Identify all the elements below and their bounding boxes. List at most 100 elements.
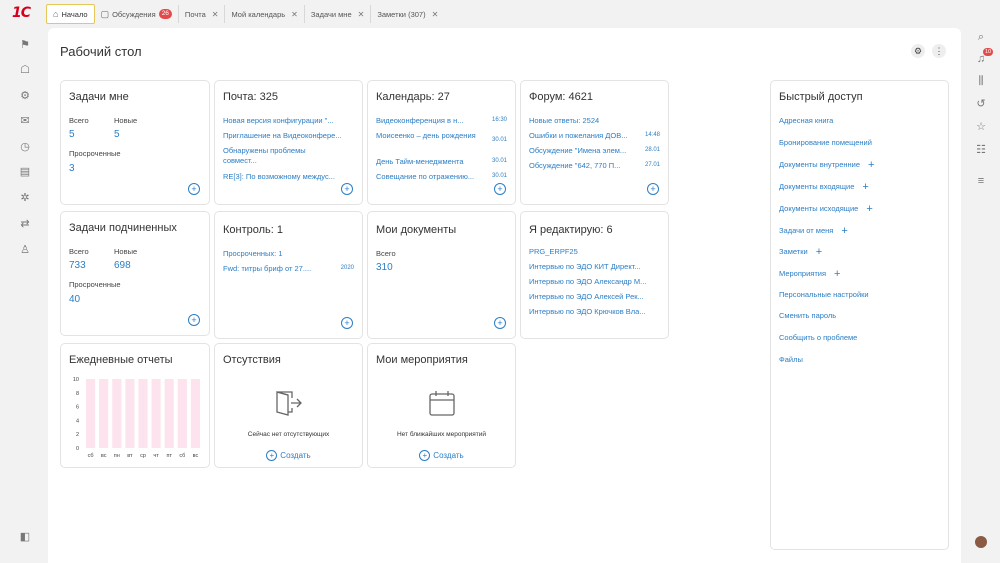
filter-icon[interactable]: ≡ — [974, 174, 988, 188]
quick-access-item[interactable]: Заметки + — [779, 246, 822, 258]
card-title[interactable]: Отсутствия — [223, 354, 281, 366]
add-icon[interactable]: + — [868, 159, 874, 171]
card-title[interactable]: Мои мероприятия — [376, 354, 468, 366]
add-icon[interactable]: + — [341, 317, 353, 329]
tab-calendar[interactable]: Мой календарь ✕ — [225, 5, 305, 23]
clock-icon[interactable]: ◷ — [18, 140, 32, 154]
create-absence-button[interactable]: + Создать — [215, 450, 362, 461]
sync-icon[interactable]: ⇄ — [18, 217, 32, 231]
quick-access-item[interactable]: Адресная книга — [779, 116, 833, 125]
close-icon[interactable]: ✕ — [291, 10, 298, 19]
quick-access-item[interactable]: Сменить пароль — [779, 311, 836, 320]
equalizer-icon[interactable]: ⫼ — [974, 74, 988, 88]
add-icon[interactable]: + — [494, 317, 506, 329]
card-title[interactable]: Ежедневные отчеты — [69, 354, 173, 366]
forum-item[interactable]: Ошибки и пожелания ДОВ... — [529, 131, 637, 140]
tab-mail[interactable]: Почта ✕ — [179, 5, 226, 23]
total-count[interactable]: 5 — [69, 129, 75, 140]
card-title[interactable]: Задачи мне — [69, 91, 129, 103]
close-icon[interactable]: ✕ — [432, 10, 439, 19]
chart-bar[interactable] — [164, 379, 174, 448]
chart-bar[interactable] — [151, 379, 161, 448]
quick-access-item[interactable]: Персональные настройки — [779, 290, 869, 299]
calendar-item[interactable]: Видеоконференция в н... — [376, 116, 476, 125]
calendar-item[interactable]: День Тайм-менеджмента — [376, 157, 476, 166]
editing-item[interactable]: PRG_ERPF25 — [529, 247, 659, 256]
card-title[interactable]: Задачи подчиненных — [69, 222, 177, 234]
quick-access-item[interactable]: Документы исходящие + — [779, 203, 873, 215]
quick-access-item[interactable]: Мероприятия + — [779, 268, 840, 280]
person-icon[interactable]: ♙ — [18, 243, 32, 257]
card-title[interactable]: Почта: 325 — [223, 91, 278, 103]
close-icon[interactable]: ✕ — [358, 10, 365, 19]
quick-access-item[interactable]: Бронирование помещений — [779, 138, 872, 147]
mail-item[interactable]: Приглашение на Видеоконфере... — [223, 131, 353, 140]
editing-item[interactable]: Интервью по ЭДО Крючков Вла... — [529, 307, 659, 316]
chart-bar[interactable] — [99, 379, 109, 448]
quick-access-item[interactable]: Документы внутренние + — [779, 159, 874, 171]
history-icon[interactable]: ↺ — [974, 97, 988, 111]
tab-discussions[interactable]: ▢ Обсуждения 26 — [95, 5, 179, 23]
total-count[interactable]: 310 — [376, 262, 393, 273]
avatar[interactable] — [975, 536, 987, 548]
chart-bar[interactable] — [190, 379, 201, 448]
card-title[interactable]: Форум: 4621 — [529, 91, 593, 103]
control-item[interactable]: Fwd: титры бриф от 27.... — [223, 264, 323, 273]
mail-item[interactable]: Обнаружены проблемы совмест... — [223, 146, 328, 166]
star-icon[interactable]: ☆ — [974, 120, 988, 134]
tab-home[interactable]: ⌂ Начало — [46, 4, 95, 24]
card-title[interactable]: Календарь: 27 — [376, 91, 450, 103]
quick-access-item[interactable]: Сообщить о проблеме — [779, 333, 857, 342]
mail-item[interactable]: Новая версия конфигурации "... — [223, 116, 353, 125]
card-title[interactable]: Мои документы — [376, 224, 456, 236]
more-icon[interactable]: ⋮ — [932, 44, 946, 58]
add-icon[interactable]: + — [647, 183, 659, 195]
editing-item[interactable]: Интервью по ЭДО Александр М... — [529, 277, 659, 286]
overdue-count[interactable]: 3 — [69, 163, 75, 174]
add-icon[interactable]: + — [188, 183, 200, 195]
chart-bar[interactable] — [85, 379, 96, 448]
new-count[interactable]: 698 — [114, 260, 131, 271]
quick-access-item[interactable]: Задачи от меня + — [779, 225, 848, 237]
editing-item[interactable]: Интервью по ЭДО КИТ Директ... — [529, 262, 659, 271]
tab-notes[interactable]: Заметки (307) ✕ — [371, 5, 444, 23]
quick-access-item[interactable]: Документы входящие + — [779, 181, 869, 193]
mail-item[interactable]: RE[3]: По возможному междус... — [223, 172, 353, 181]
building-icon[interactable]: ▤ — [18, 165, 32, 179]
gear-icon[interactable]: ⚙ — [18, 89, 32, 103]
forum-item[interactable]: Обсуждение "Имена элем... — [529, 146, 637, 155]
forum-item[interactable]: Новые ответы: 2524 — [529, 116, 639, 125]
add-icon[interactable]: + — [341, 183, 353, 195]
add-icon[interactable]: + — [834, 268, 840, 280]
add-icon[interactable]: + — [188, 314, 200, 326]
add-icon[interactable]: + — [816, 246, 822, 258]
overdue-count[interactable]: 40 — [69, 294, 80, 305]
card-title[interactable]: Я редактирую: 6 — [529, 224, 613, 236]
add-icon[interactable]: + — [862, 181, 868, 193]
calendar-item[interactable]: Совещание по отражению... — [376, 172, 476, 181]
chart-bar[interactable] — [138, 379, 148, 448]
logo[interactable]: 1C — [12, 5, 31, 21]
add-icon[interactable]: + — [866, 203, 872, 215]
control-item[interactable]: Просроченных: 1 — [223, 249, 333, 258]
editing-item[interactable]: Интервью по ЭДО Алексей Рек... — [529, 292, 659, 301]
card-title[interactable]: Контроль: 1 — [223, 224, 283, 236]
chart-bar[interactable] — [125, 379, 135, 448]
close-icon[interactable]: ✕ — [212, 10, 219, 19]
quick-access-item[interactable]: Файлы — [779, 355, 803, 364]
calendar-item[interactable]: Моисеенко – день рождения — [376, 131, 476, 151]
create-event-button[interactable]: + Создать — [368, 450, 515, 461]
total-count[interactable]: 733 — [69, 260, 86, 271]
new-count[interactable]: 5 — [114, 129, 120, 140]
panel-toggle-icon[interactable]: ◧ — [18, 530, 32, 544]
gear-icon[interactable]: ⚙ — [911, 44, 925, 58]
users-icon[interactable]: ☖ — [18, 63, 32, 77]
group-icon[interactable]: ☷ — [974, 143, 988, 157]
flag-icon[interactable]: ⚑ — [18, 38, 32, 52]
add-icon[interactable]: + — [841, 225, 847, 237]
mail-icon[interactable]: ✉ — [18, 114, 32, 128]
chart-bar[interactable] — [177, 379, 187, 448]
search-icon[interactable]: ⌕ — [974, 30, 988, 44]
chart-bar[interactable] — [112, 379, 122, 448]
forum-item[interactable]: Обсуждение "642, 770 П... — [529, 161, 637, 170]
